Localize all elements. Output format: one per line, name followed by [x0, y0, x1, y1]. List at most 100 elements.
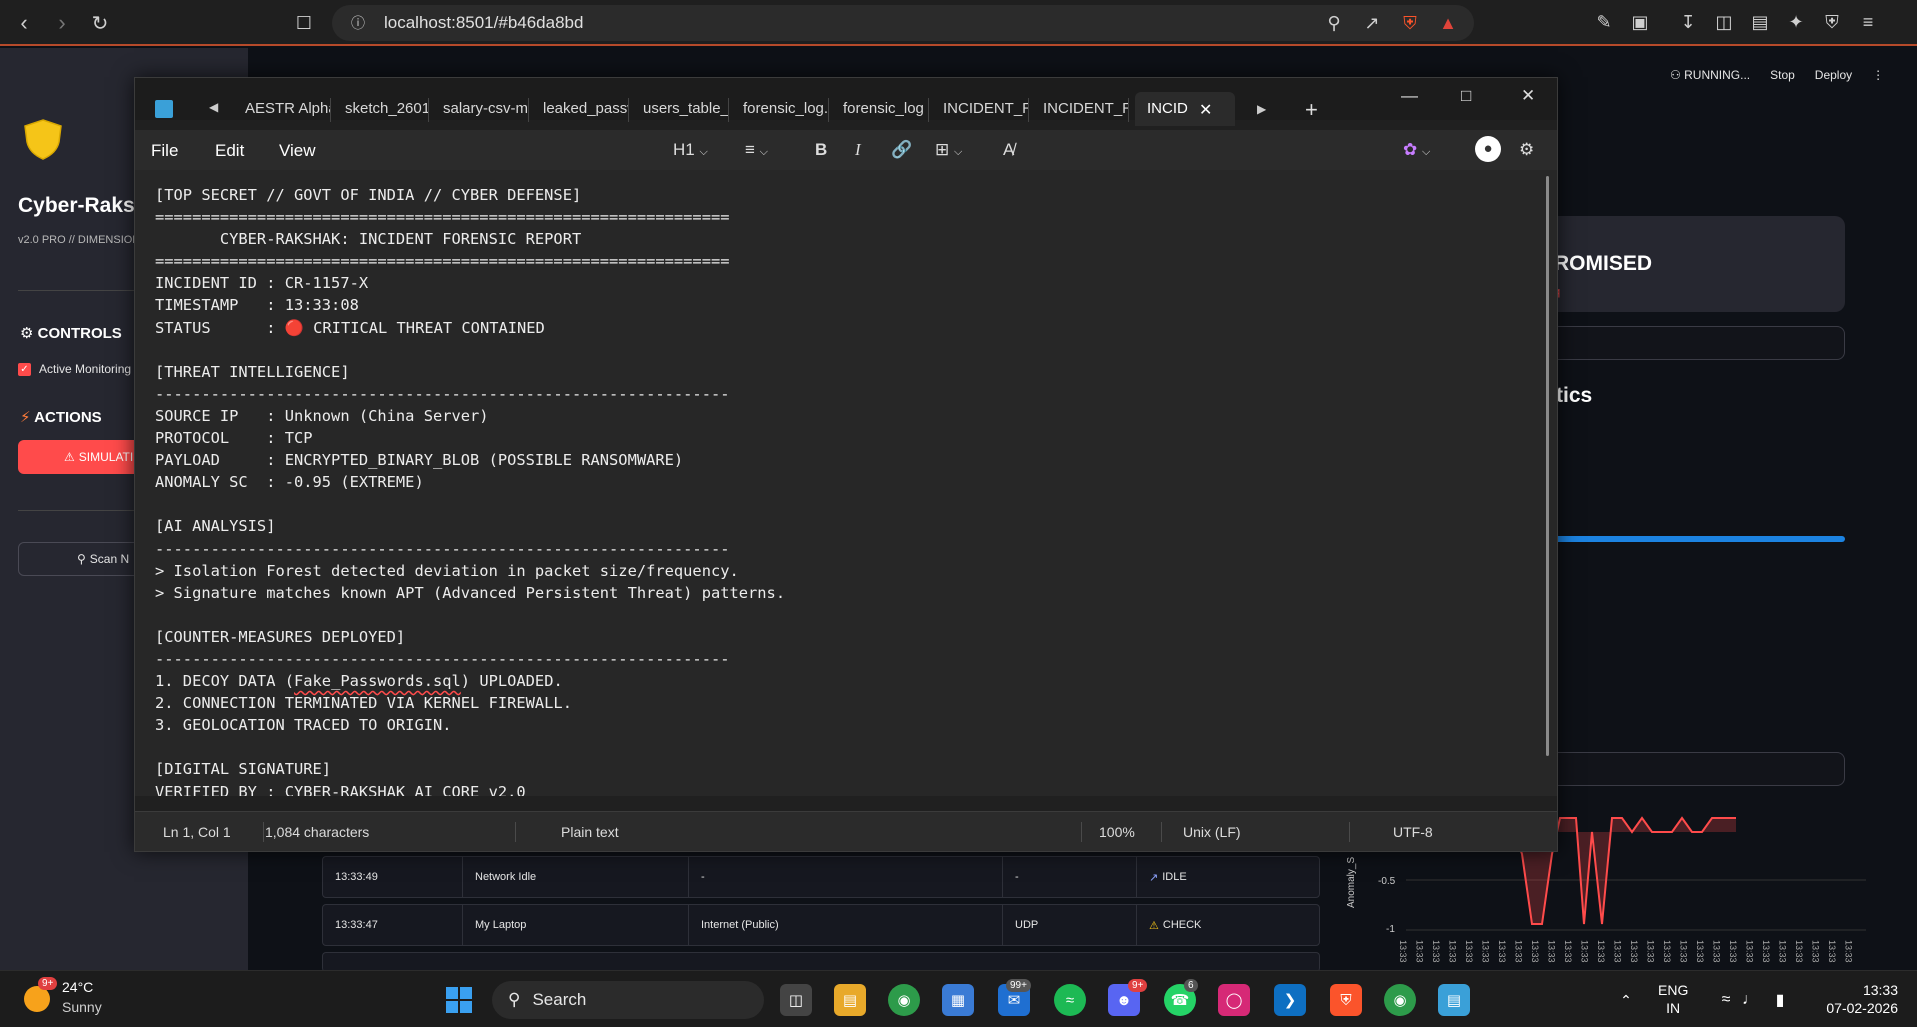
task-view-icon[interactable]: ◫	[780, 984, 812, 1016]
spotify-icon[interactable]: ≈	[1054, 984, 1086, 1016]
text-line[interactable]: [AI ANALYSIS]	[155, 515, 785, 537]
input-language[interactable]: ENG IN	[1658, 981, 1688, 1017]
chrome-profile-icon[interactable]: ◉	[1384, 984, 1416, 1016]
taskbar-search[interactable]: ⚲ Search	[492, 981, 764, 1019]
active-monitoring-checkbox[interactable]: ✓ Active Monitoring	[18, 362, 131, 376]
text-line[interactable]: > Isolation Forest detected deviation in…	[155, 560, 785, 582]
tab-incident-report-2[interactable]: INCIDENT_RI	[1031, 98, 1129, 122]
sidebar-icon[interactable]: ◫	[1712, 10, 1736, 34]
text-line[interactable]: ----------------------------------------…	[155, 538, 785, 560]
zoom-icon[interactable]: ⚲	[1322, 11, 1346, 35]
downloads-icon[interactable]: ↧	[1676, 10, 1700, 34]
vpn-icon[interactable]: ⛨	[1820, 10, 1844, 34]
menu-icon[interactable]: ≡	[1856, 10, 1880, 34]
account-avatar[interactable]: ●	[1475, 136, 1501, 162]
stop-button[interactable]: Stop	[1770, 68, 1795, 82]
copilot-icon[interactable]: ✿ ⌵	[1403, 140, 1430, 160]
close-window-icon[interactable]: ✕	[1521, 86, 1535, 106]
text-line[interactable]: ----------------------------------------…	[155, 383, 785, 405]
heading-dropdown[interactable]: H1 ⌵	[673, 140, 708, 160]
link-icon[interactable]: 🔗	[891, 140, 912, 160]
text-format[interactable]: Plain text	[561, 824, 619, 840]
reload-icon[interactable]: ↻	[82, 5, 118, 41]
brave-rewards-icon[interactable]: ▲	[1436, 11, 1460, 35]
deploy-button[interactable]: Deploy	[1815, 68, 1852, 82]
text-line[interactable]: ANOMALY SC : -0.95 (EXTREME)	[155, 471, 785, 493]
notepad-taskbar-icon[interactable]: ▤	[1438, 984, 1470, 1016]
weather-condition[interactable]: Sunny	[62, 999, 102, 1015]
minimize-icon[interactable]: —	[1401, 86, 1418, 106]
brave-shields-icon[interactable]: ⛨	[1398, 11, 1422, 35]
tab-scroll-right-icon[interactable]: ▶	[1257, 102, 1266, 116]
menu-file[interactable]: File	[151, 141, 178, 161]
windows-start-icon[interactable]	[446, 987, 472, 1013]
menu-view[interactable]: View	[279, 141, 316, 161]
text-line[interactable]: INCIDENT ID : CR-1157-X	[155, 272, 785, 294]
vscode-icon[interactable]: ❯	[1274, 984, 1306, 1016]
text-line[interactable]: TIMESTAMP : 13:33:08	[155, 294, 785, 316]
tab-incident-report-active[interactable]: INCID	[1135, 92, 1235, 126]
text-line[interactable]: CYBER-RAKSHAK: INCIDENT FORENSIC REPORT	[155, 228, 785, 250]
text-line[interactable]: [THREAT INTELLIGENCE]	[155, 361, 785, 383]
text-line[interactable]: ========================================…	[155, 206, 785, 228]
list-dropdown[interactable]: ≡ ⌵	[745, 140, 768, 160]
text-line[interactable]	[155, 339, 785, 361]
forward-icon[interactable]: ›	[44, 5, 80, 41]
brave-icon[interactable]: ⛨	[1330, 984, 1362, 1016]
text-line[interactable]: [COUNTER-MEASURES DEPLOYED]	[155, 626, 785, 648]
tab-salary-csv[interactable]: salary-csv-m	[431, 98, 529, 122]
text-line[interactable]: 2. CONNECTION TERMINATED VIA KERNEL FIRE…	[155, 692, 785, 714]
back-icon[interactable]: ‹	[6, 5, 42, 41]
zoom-level[interactable]: 100%	[1099, 824, 1135, 840]
text-line[interactable]: ----------------------------------------…	[155, 648, 785, 670]
settings-gear-icon[interactable]: ⚙	[1519, 140, 1534, 160]
line-ending[interactable]: Unix (LF)	[1183, 824, 1241, 840]
new-tab-icon[interactable]: +	[1305, 97, 1318, 123]
battery-icon[interactable]: ▮	[1764, 984, 1796, 1016]
volume-icon[interactable]: ♩	[1734, 984, 1766, 1016]
tray-overflow-icon[interactable]: ⌃	[1610, 984, 1642, 1016]
notepad-editor[interactable]: [TOP SECRET // GOVT OF INDIA // CYBER DE…	[135, 170, 1557, 796]
address-bar[interactable]: ⓘ localhost:8501/#b46da8bd ⚲ ↗ ⛨ ▲	[332, 5, 1474, 41]
system-clock[interactable]: 13:33 07-02-2026	[1820, 981, 1898, 1017]
tab-users-table[interactable]: users_table_l	[631, 98, 729, 122]
bookmark-icon[interactable]: ☐	[286, 5, 322, 41]
text-line[interactable]	[155, 736, 785, 758]
text-line[interactable]: [TOP SECRET // GOVT OF INDIA // CYBER DE…	[155, 184, 785, 206]
text-line[interactable]	[155, 493, 785, 515]
bold-icon[interactable]: B	[815, 140, 827, 160]
extensions-icon[interactable]: ✎	[1592, 10, 1616, 34]
editor-scrollbar[interactable]	[1546, 176, 1549, 756]
menu-edit[interactable]: Edit	[215, 141, 244, 161]
instagram-icon[interactable]: ◯	[1218, 984, 1250, 1016]
document-text[interactable]: [TOP SECRET // GOVT OF INDIA // CYBER DE…	[155, 184, 785, 796]
text-line[interactable]: PAYLOAD : ENCRYPTED_BINARY_BLOB (POSSIBL…	[155, 449, 785, 471]
tab-forensic-log-1[interactable]: forensic_log.	[731, 98, 829, 122]
text-line[interactable]: VERIFIED BY : CYBER-RAKSHAK AI CORE v2.0	[155, 781, 785, 796]
tab-aestr-alpha[interactable]: AESTR Alpha	[233, 98, 331, 122]
table-dropdown[interactable]: ⊞ ⌵	[935, 140, 962, 160]
screenshot-icon[interactable]: ▣	[1628, 10, 1652, 34]
italic-icon[interactable]: I	[855, 140, 861, 160]
tab-incident-report-1[interactable]: INCIDENT_RI	[931, 98, 1029, 122]
clear-formatting-icon[interactable]: A̸	[1003, 140, 1014, 160]
close-tab-icon[interactable]: ✕	[1199, 100, 1212, 120]
text-line[interactable]: PROTOCOL : TCP	[155, 427, 785, 449]
text-line[interactable]: ========================================…	[155, 250, 785, 272]
tab-sketch[interactable]: sketch_2601	[333, 98, 429, 122]
text-line[interactable]: 1. DECOY DATA (Fake_Passwords.sql) UPLOA…	[155, 670, 785, 692]
text-line[interactable]: [DIGITAL SIGNATURE]	[155, 758, 785, 780]
more-options-icon[interactable]: ⋮	[1872, 68, 1884, 82]
share-icon[interactable]: ↗	[1360, 11, 1384, 35]
encoding[interactable]: UTF-8	[1393, 824, 1433, 840]
text-line[interactable]	[155, 604, 785, 626]
tab-forensic-log-2[interactable]: forensic_log	[831, 98, 929, 122]
leo-ai-icon[interactable]: ✦	[1784, 10, 1808, 34]
text-line[interactable]: STATUS : 🔴 CRITICAL THREAT CONTAINED	[155, 317, 785, 339]
tab-leaked-passwords[interactable]: leaked_passw	[531, 98, 629, 122]
store-icon[interactable]: ▦	[942, 984, 974, 1016]
text-line[interactable]: SOURCE IP : Unknown (China Server)	[155, 405, 785, 427]
text-line[interactable]: > Signature matches known APT (Advanced …	[155, 582, 785, 604]
file-explorer-icon[interactable]: ▤	[834, 984, 866, 1016]
weather-temp[interactable]: 24°C	[62, 979, 93, 995]
